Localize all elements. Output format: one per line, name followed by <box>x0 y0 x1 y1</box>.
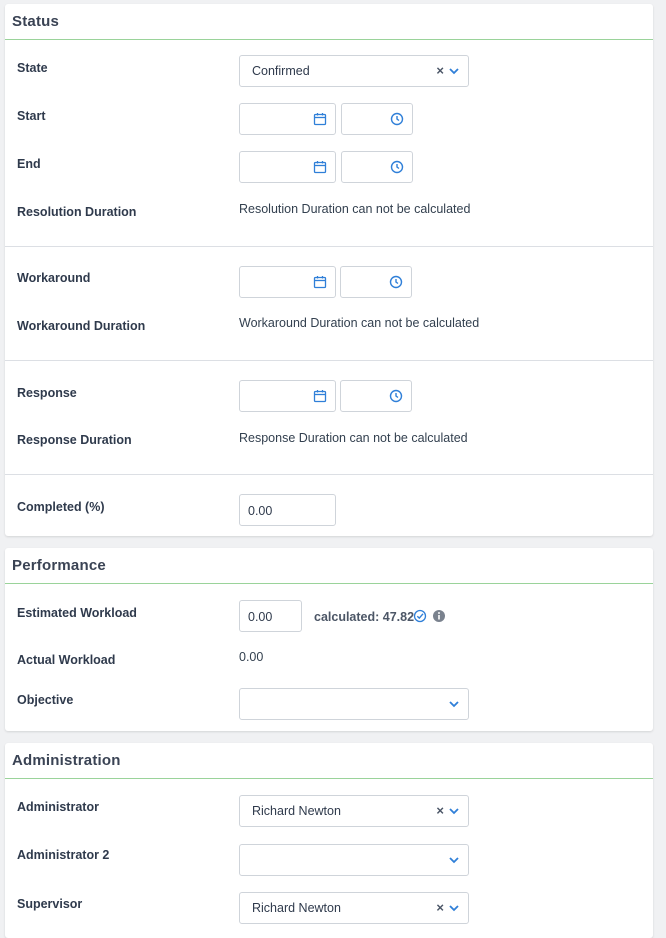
calculated-workload: calculated: 47.82 <box>314 610 415 624</box>
supervisor-select[interactable]: Richard Newton × <box>239 892 469 924</box>
performance-panel: Performance Estimated Workload 0.00 calc… <box>5 548 653 731</box>
divider <box>5 246 653 247</box>
divider <box>5 474 653 475</box>
workaround-duration-value: Workaround Duration can not be calculate… <box>239 316 480 330</box>
state-value: Confirmed <box>252 64 310 78</box>
chevron-down-icon[interactable] <box>448 698 460 710</box>
response-duration-label: Response Duration <box>17 433 132 447</box>
resolution-duration-value: Resolution Duration can not be calculate… <box>239 202 471 216</box>
administration-panel: Administration Administrator Richard New… <box>5 743 653 938</box>
completed-label: Completed (%) <box>17 500 105 514</box>
end-time-input[interactable] <box>341 151 413 183</box>
response-duration-value: Response Duration can not be calculated <box>239 431 468 445</box>
supervisor-label: Supervisor <box>17 897 83 911</box>
resolution-duration-label: Resolution Duration <box>17 205 137 219</box>
end-date-input[interactable] <box>239 151 336 183</box>
status-panel: Status State Confirmed × Start End Resol… <box>5 4 653 536</box>
response-time-input[interactable] <box>340 380 412 412</box>
state-label: State <box>17 61 48 75</box>
administrator-value: Richard Newton <box>252 804 341 818</box>
start-time-input[interactable] <box>341 103 413 135</box>
clock-icon[interactable] <box>390 112 404 126</box>
actual-workload-value: 0.00 <box>239 650 264 664</box>
clock-icon[interactable] <box>389 389 403 403</box>
estimated-workload-input[interactable]: 0.00 <box>239 600 302 632</box>
start-date-input[interactable] <box>239 103 336 135</box>
end-label: End <box>17 157 41 171</box>
workaround-date-input[interactable] <box>239 266 336 298</box>
divider <box>5 360 653 361</box>
state-select[interactable]: Confirmed × <box>239 55 469 87</box>
objective-select[interactable] <box>239 688 469 720</box>
clock-icon[interactable] <box>389 275 403 289</box>
administrator2-label: Administrator 2 <box>17 848 110 862</box>
administration-header: Administration <box>5 743 653 779</box>
administrator2-select[interactable] <box>239 844 469 876</box>
objective-label: Objective <box>17 693 74 707</box>
administration-title: Administration <box>12 752 121 769</box>
start-label: Start <box>17 109 46 123</box>
calendar-icon[interactable] <box>313 160 327 174</box>
status-title: Status <box>12 13 60 30</box>
supervisor-value: Richard Newton <box>252 901 341 915</box>
calendar-icon[interactable] <box>313 275 327 289</box>
workaround-time-input[interactable] <box>340 266 412 298</box>
administrator-select[interactable]: Richard Newton × <box>239 795 469 827</box>
calendar-icon[interactable] <box>313 112 327 126</box>
calendar-icon[interactable] <box>313 389 327 403</box>
response-label: Response <box>17 386 77 400</box>
response-date-input[interactable] <box>239 380 336 412</box>
completed-input[interactable]: 0.00 <box>239 494 336 526</box>
info-icon[interactable] <box>432 609 446 623</box>
clear-icon[interactable]: × <box>436 900 444 915</box>
completed-value: 0.00 <box>248 504 273 518</box>
administrator-label: Administrator <box>17 800 99 814</box>
workaround-duration-label: Workaround Duration <box>17 319 146 333</box>
workaround-label: Workaround <box>17 271 91 285</box>
clear-icon[interactable]: × <box>436 803 444 818</box>
estimated-workload-label: Estimated Workload <box>17 606 137 620</box>
check-circle-icon[interactable] <box>413 609 427 623</box>
performance-title: Performance <box>12 557 106 574</box>
actual-workload-label: Actual Workload <box>17 653 116 667</box>
chevron-down-icon[interactable] <box>448 805 460 817</box>
clock-icon[interactable] <box>390 160 404 174</box>
estimated-workload-value: 0.00 <box>248 610 273 624</box>
chevron-down-icon[interactable] <box>448 65 460 77</box>
clear-icon[interactable]: × <box>436 63 444 78</box>
status-header: Status <box>5 4 653 40</box>
chevron-down-icon[interactable] <box>448 854 460 866</box>
performance-header: Performance <box>5 548 653 584</box>
chevron-down-icon[interactable] <box>448 902 460 914</box>
